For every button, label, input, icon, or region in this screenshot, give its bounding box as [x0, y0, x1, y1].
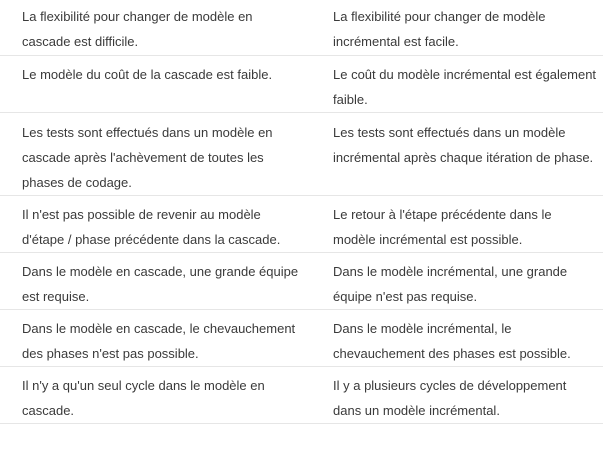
- cell-text: Dans le modèle incrémental, une grande é…: [333, 263, 568, 304]
- table-row: Dans le modèle en cascade, une grande éq…: [0, 252, 603, 310]
- table-row: Il n'y a qu'un seul cycle dans le modèle…: [0, 366, 603, 424]
- incremental-cell: Les tests sont effectués dans un modèle …: [311, 112, 603, 196]
- cell-text: Il n'est pas possible de revenir au modè…: [22, 206, 281, 247]
- table-row: La flexibilité pour changer de modèle en…: [0, 0, 603, 56]
- cell-text: Les tests sont effectués dans un modèle …: [333, 124, 594, 165]
- cell-text: Dans le modèle incrémental, le chevauche…: [333, 320, 571, 361]
- incremental-cell: Le retour à l'étape précédente dans le m…: [311, 195, 603, 253]
- table-row: Les tests sont effectués dans un modèle …: [0, 112, 603, 196]
- cell-text: Le modèle du coût de la cascade est faib…: [22, 66, 273, 82]
- waterfall-cell: Dans le modèle en cascade, le chevauchem…: [0, 309, 311, 367]
- cell-text: Il n'y a qu'un seul cycle dans le modèle…: [22, 377, 265, 418]
- table-row: Il n'est pas possible de revenir au modè…: [0, 195, 603, 253]
- waterfall-cell: Le modèle du coût de la cascade est faib…: [0, 55, 311, 113]
- waterfall-cell: La flexibilité pour changer de modèle en…: [0, 0, 311, 56]
- cell-text: Le coût du modèle incrémental est égalem…: [333, 66, 597, 107]
- incremental-cell: Le coût du modèle incrémental est égalem…: [311, 55, 603, 113]
- cell-text: Il y a plusieurs cycles de développement…: [333, 377, 567, 418]
- incremental-cell: Dans le modèle incrémental, une grande é…: [311, 252, 603, 310]
- comparison-table-body: La flexibilité pour changer de modèle en…: [0, 0, 603, 424]
- incremental-cell: Dans le modèle incrémental, le chevauche…: [311, 309, 603, 367]
- waterfall-cell: Les tests sont effectués dans un modèle …: [0, 112, 311, 196]
- waterfall-cell: Il n'y a qu'un seul cycle dans le modèle…: [0, 366, 311, 424]
- table-row: Le modèle du coût de la cascade est faib…: [0, 55, 603, 113]
- incremental-cell: Il y a plusieurs cycles de développement…: [311, 366, 603, 424]
- cell-text: La flexibilité pour changer de modèle en…: [22, 9, 253, 49]
- cell-text: Dans le modèle en cascade, le chevauchem…: [22, 320, 296, 361]
- cell-text: Les tests sont effectués dans un modèle …: [22, 124, 273, 190]
- cell-text: La flexibilité pour changer de modèle in…: [333, 9, 546, 49]
- comparison-table: La flexibilité pour changer de modèle en…: [0, 0, 603, 424]
- cell-text: Dans le modèle en cascade, une grande éq…: [22, 263, 299, 304]
- table-row: Dans le modèle en cascade, le chevauchem…: [0, 309, 603, 367]
- incremental-cell: La flexibilité pour changer de modèle in…: [311, 0, 603, 56]
- waterfall-cell: Il n'est pas possible de revenir au modè…: [0, 195, 311, 253]
- waterfall-cell: Dans le modèle en cascade, une grande éq…: [0, 252, 311, 310]
- cell-text: Le retour à l'étape précédente dans le m…: [333, 206, 552, 247]
